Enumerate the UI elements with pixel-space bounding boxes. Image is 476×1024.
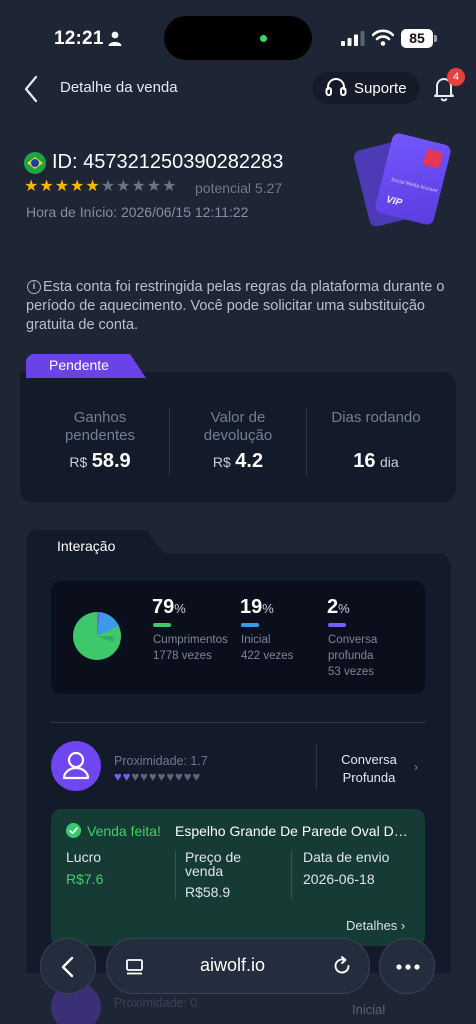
notification-badge: 4 bbox=[447, 68, 465, 86]
sale-price-value: R$58.9 bbox=[185, 884, 231, 900]
clock: 12:21 bbox=[54, 28, 104, 49]
star-icon: ★ bbox=[85, 178, 100, 195]
star-icon: ★ bbox=[70, 178, 85, 195]
card-vip: VIP bbox=[384, 194, 404, 209]
greetings-pct: 79% bbox=[152, 596, 186, 618]
signal-icon bbox=[341, 31, 365, 46]
dynamic-island bbox=[164, 16, 312, 60]
chevron-right-icon[interactable]: › bbox=[414, 760, 418, 774]
heart-icon: ♥ bbox=[183, 769, 192, 784]
deep-conversation-pct: 2% bbox=[327, 596, 350, 618]
divider bbox=[175, 851, 176, 899]
page-title: Detalhe da venda bbox=[60, 79, 178, 96]
initial-bar bbox=[241, 623, 259, 627]
refund-label: Valor de devolução bbox=[203, 409, 273, 444]
pending-earnings-label: Ganhos pendentes bbox=[64, 409, 136, 444]
sale-price-label: Preço de venda bbox=[185, 849, 242, 879]
more-button[interactable] bbox=[379, 938, 435, 994]
heart-icon: ♥ bbox=[131, 769, 140, 784]
star-icon: ★ bbox=[146, 178, 162, 195]
divider bbox=[51, 722, 425, 723]
pending-label: Pendente bbox=[49, 357, 109, 373]
heart-icon: ♥ bbox=[175, 769, 183, 784]
reload-icon[interactable] bbox=[331, 955, 353, 977]
star-icon: ★ bbox=[39, 178, 54, 195]
star-icon: ★ bbox=[162, 178, 177, 195]
back-chevron-icon[interactable] bbox=[20, 74, 44, 104]
star-icon: ★ bbox=[100, 178, 116, 195]
initial-label: Inicial 422 vezes bbox=[241, 634, 294, 662]
days-running-label: Dias rodando bbox=[331, 409, 421, 426]
interaction-pie-chart bbox=[73, 612, 121, 660]
proximity-score: Proximidade: 0 bbox=[114, 996, 198, 1010]
heart-icon: ♥ bbox=[122, 769, 131, 784]
heart-icon: ♥ bbox=[166, 769, 175, 784]
divider bbox=[306, 408, 307, 476]
start-time: Hora de Início: 2026/06/15 12:11:22 bbox=[26, 204, 249, 220]
sale-status: Venda feita! bbox=[87, 823, 161, 839]
star-icon: ★ bbox=[24, 178, 39, 195]
star-icon: ★ bbox=[131, 178, 146, 195]
divider bbox=[316, 744, 317, 790]
proximity-hearts: ♥ ♥ ♥ ♥ ♥ ♥ ♥ ♥ ♥ ♥ bbox=[114, 770, 200, 784]
divider bbox=[291, 851, 292, 899]
greetings-bar bbox=[153, 623, 171, 627]
greetings-label: Cumprimentos 1778 vezes bbox=[153, 634, 228, 662]
details-link[interactable]: Detalhes › bbox=[346, 918, 405, 933]
star-icon: ★ bbox=[116, 178, 131, 195]
support-label: Suporte bbox=[354, 79, 407, 97]
chevron-left-icon bbox=[61, 956, 74, 978]
avatar[interactable] bbox=[51, 741, 101, 791]
potential-score: potencial 5.27 bbox=[195, 180, 283, 196]
pending-earnings-value: R$ 58.9 bbox=[69, 450, 131, 472]
rating-stars: ★ ★ ★ ★ ★ ★ ★ ★ ★ ★ bbox=[24, 179, 176, 195]
divider bbox=[169, 408, 170, 476]
ship-date-label: Data de envio bbox=[303, 849, 390, 865]
restriction-notice: Esta conta foi restringida pelas regras … bbox=[26, 279, 445, 333]
refund-value: R$ 4.2 bbox=[212, 450, 264, 472]
account-id: ID: 457321250390282283 bbox=[52, 151, 284, 173]
support-button[interactable]: Suporte bbox=[312, 72, 420, 104]
proximity-score: Proximidade: 1.7 bbox=[114, 754, 208, 768]
brazil-flag-icon bbox=[24, 152, 46, 174]
conversation-stage-link: Inicial bbox=[352, 1002, 386, 1017]
deep-conversation-bar bbox=[328, 623, 346, 627]
browser-back-button[interactable] bbox=[40, 938, 96, 994]
deep-conversation-label: Conversa profunda 53 vezes bbox=[328, 634, 378, 678]
sale-product-name: Espelho Grande De Parede Oval Decorativo bbox=[175, 823, 410, 839]
status-bar: 12:21 85 bbox=[0, 0, 476, 76]
card-text: Social Media Account bbox=[390, 176, 439, 195]
days-running-value: 16 dia bbox=[353, 450, 399, 472]
profit-value: R$7.6 bbox=[66, 871, 104, 887]
headset-icon bbox=[325, 78, 347, 96]
brand-logo-icon bbox=[422, 148, 444, 170]
user-icon bbox=[62, 751, 90, 780]
profit-label: Lucro bbox=[66, 849, 102, 865]
person-icon bbox=[108, 31, 122, 46]
heart-icon: ♥ bbox=[192, 769, 201, 784]
heart-icon: ♥ bbox=[148, 769, 157, 784]
heart-icon: ♥ bbox=[140, 769, 148, 784]
initial-pct: 19% bbox=[240, 596, 274, 618]
heart-icon: ♥ bbox=[114, 769, 122, 784]
ship-date-value: 2026-06-18 bbox=[303, 871, 375, 887]
heart-icon: ♥ bbox=[157, 769, 166, 784]
conversation-stage-link[interactable]: Conversa Profunda bbox=[330, 751, 408, 787]
vip-card-illustration: Social Media Account VIP bbox=[352, 130, 453, 228]
wifi-icon bbox=[372, 29, 394, 46]
interaction-label: Interação bbox=[57, 538, 116, 554]
check-circle-icon bbox=[66, 823, 81, 838]
battery-indicator: 85 bbox=[401, 29, 433, 48]
reader-icon bbox=[126, 959, 143, 975]
more-dots-icon bbox=[396, 964, 420, 970]
url-text[interactable]: aiwolf.io bbox=[200, 955, 265, 976]
battery-tip bbox=[434, 35, 437, 42]
star-icon: ★ bbox=[54, 178, 70, 195]
